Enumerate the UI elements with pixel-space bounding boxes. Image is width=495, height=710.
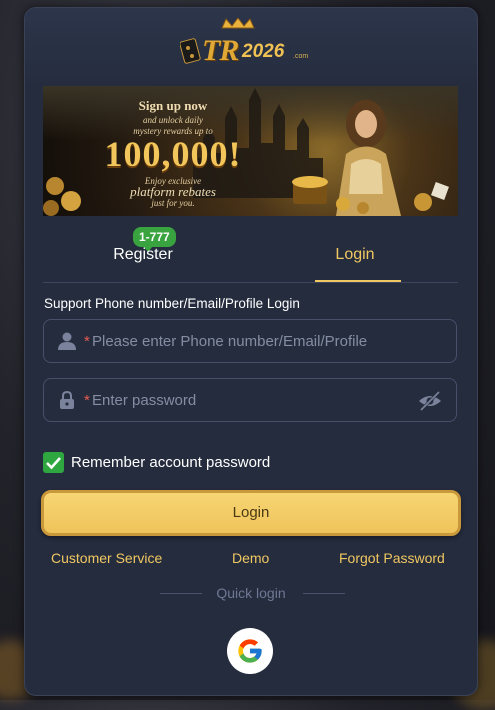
google-icon: [238, 639, 262, 663]
logo-text: TR: [202, 34, 239, 67]
eye-slash-icon[interactable]: [418, 391, 442, 411]
account-placeholder: Please enter Phone number/Email/Profile: [92, 333, 368, 350]
google-login-button[interactable]: [227, 628, 273, 674]
required-mark: *: [84, 392, 90, 409]
login-modal: TR 2026 .com Sign up now and unlock dail…: [24, 7, 478, 696]
auth-tabs: 1-777 Register Login: [43, 227, 458, 283]
banner-subline: just for you.: [151, 198, 195, 208]
banner-text: Sign up now and unlock daily mystery rew…: [83, 98, 263, 208]
password-placeholder: Enter password: [92, 392, 197, 409]
password-input[interactable]: * Enter password: [43, 378, 457, 422]
brand-logo: TR 2026 .com: [180, 18, 325, 73]
tab-login[interactable]: Login: [275, 230, 435, 282]
banner-amount: 100,000!: [104, 134, 242, 174]
treasure-pile: [292, 176, 449, 214]
required-mark: *: [84, 333, 90, 350]
banner-subline: and unlock daily: [143, 115, 203, 125]
logo-suffix: .com: [293, 53, 309, 60]
active-tab-indicator: [315, 280, 401, 282]
lock-icon: [60, 391, 74, 409]
login-hint: Support Phone number/Email/Profile Login: [44, 296, 300, 311]
promo-banner[interactable]: Sign up now and unlock daily mystery rew…: [43, 86, 458, 216]
register-badge: 1-777: [133, 227, 176, 252]
checkmark-icon: [46, 457, 61, 470]
login-button[interactable]: Login: [41, 490, 461, 536]
divider: [303, 593, 345, 594]
logo-year: 2026: [242, 41, 285, 62]
demo-link[interactable]: Demo: [232, 550, 269, 566]
banner-headline: Sign up now: [138, 98, 208, 113]
customer-service-link[interactable]: Customer Service: [51, 550, 162, 566]
quick-login-label: Quick login: [216, 585, 286, 601]
forgot-password-link[interactable]: Forgot Password: [339, 550, 445, 566]
remember-label: Remember account password: [71, 454, 271, 471]
tab-register[interactable]: 1-777 Register: [43, 227, 243, 282]
account-input[interactable]: * Please enter Phone number/Email/Profil…: [43, 319, 457, 363]
user-icon: [58, 332, 76, 350]
remember-checkbox[interactable]: [43, 452, 64, 473]
tab-login-label: Login: [335, 246, 375, 263]
banner-highlight: platform rebates: [130, 184, 216, 199]
tab-register-label: Register: [113, 246, 173, 263]
